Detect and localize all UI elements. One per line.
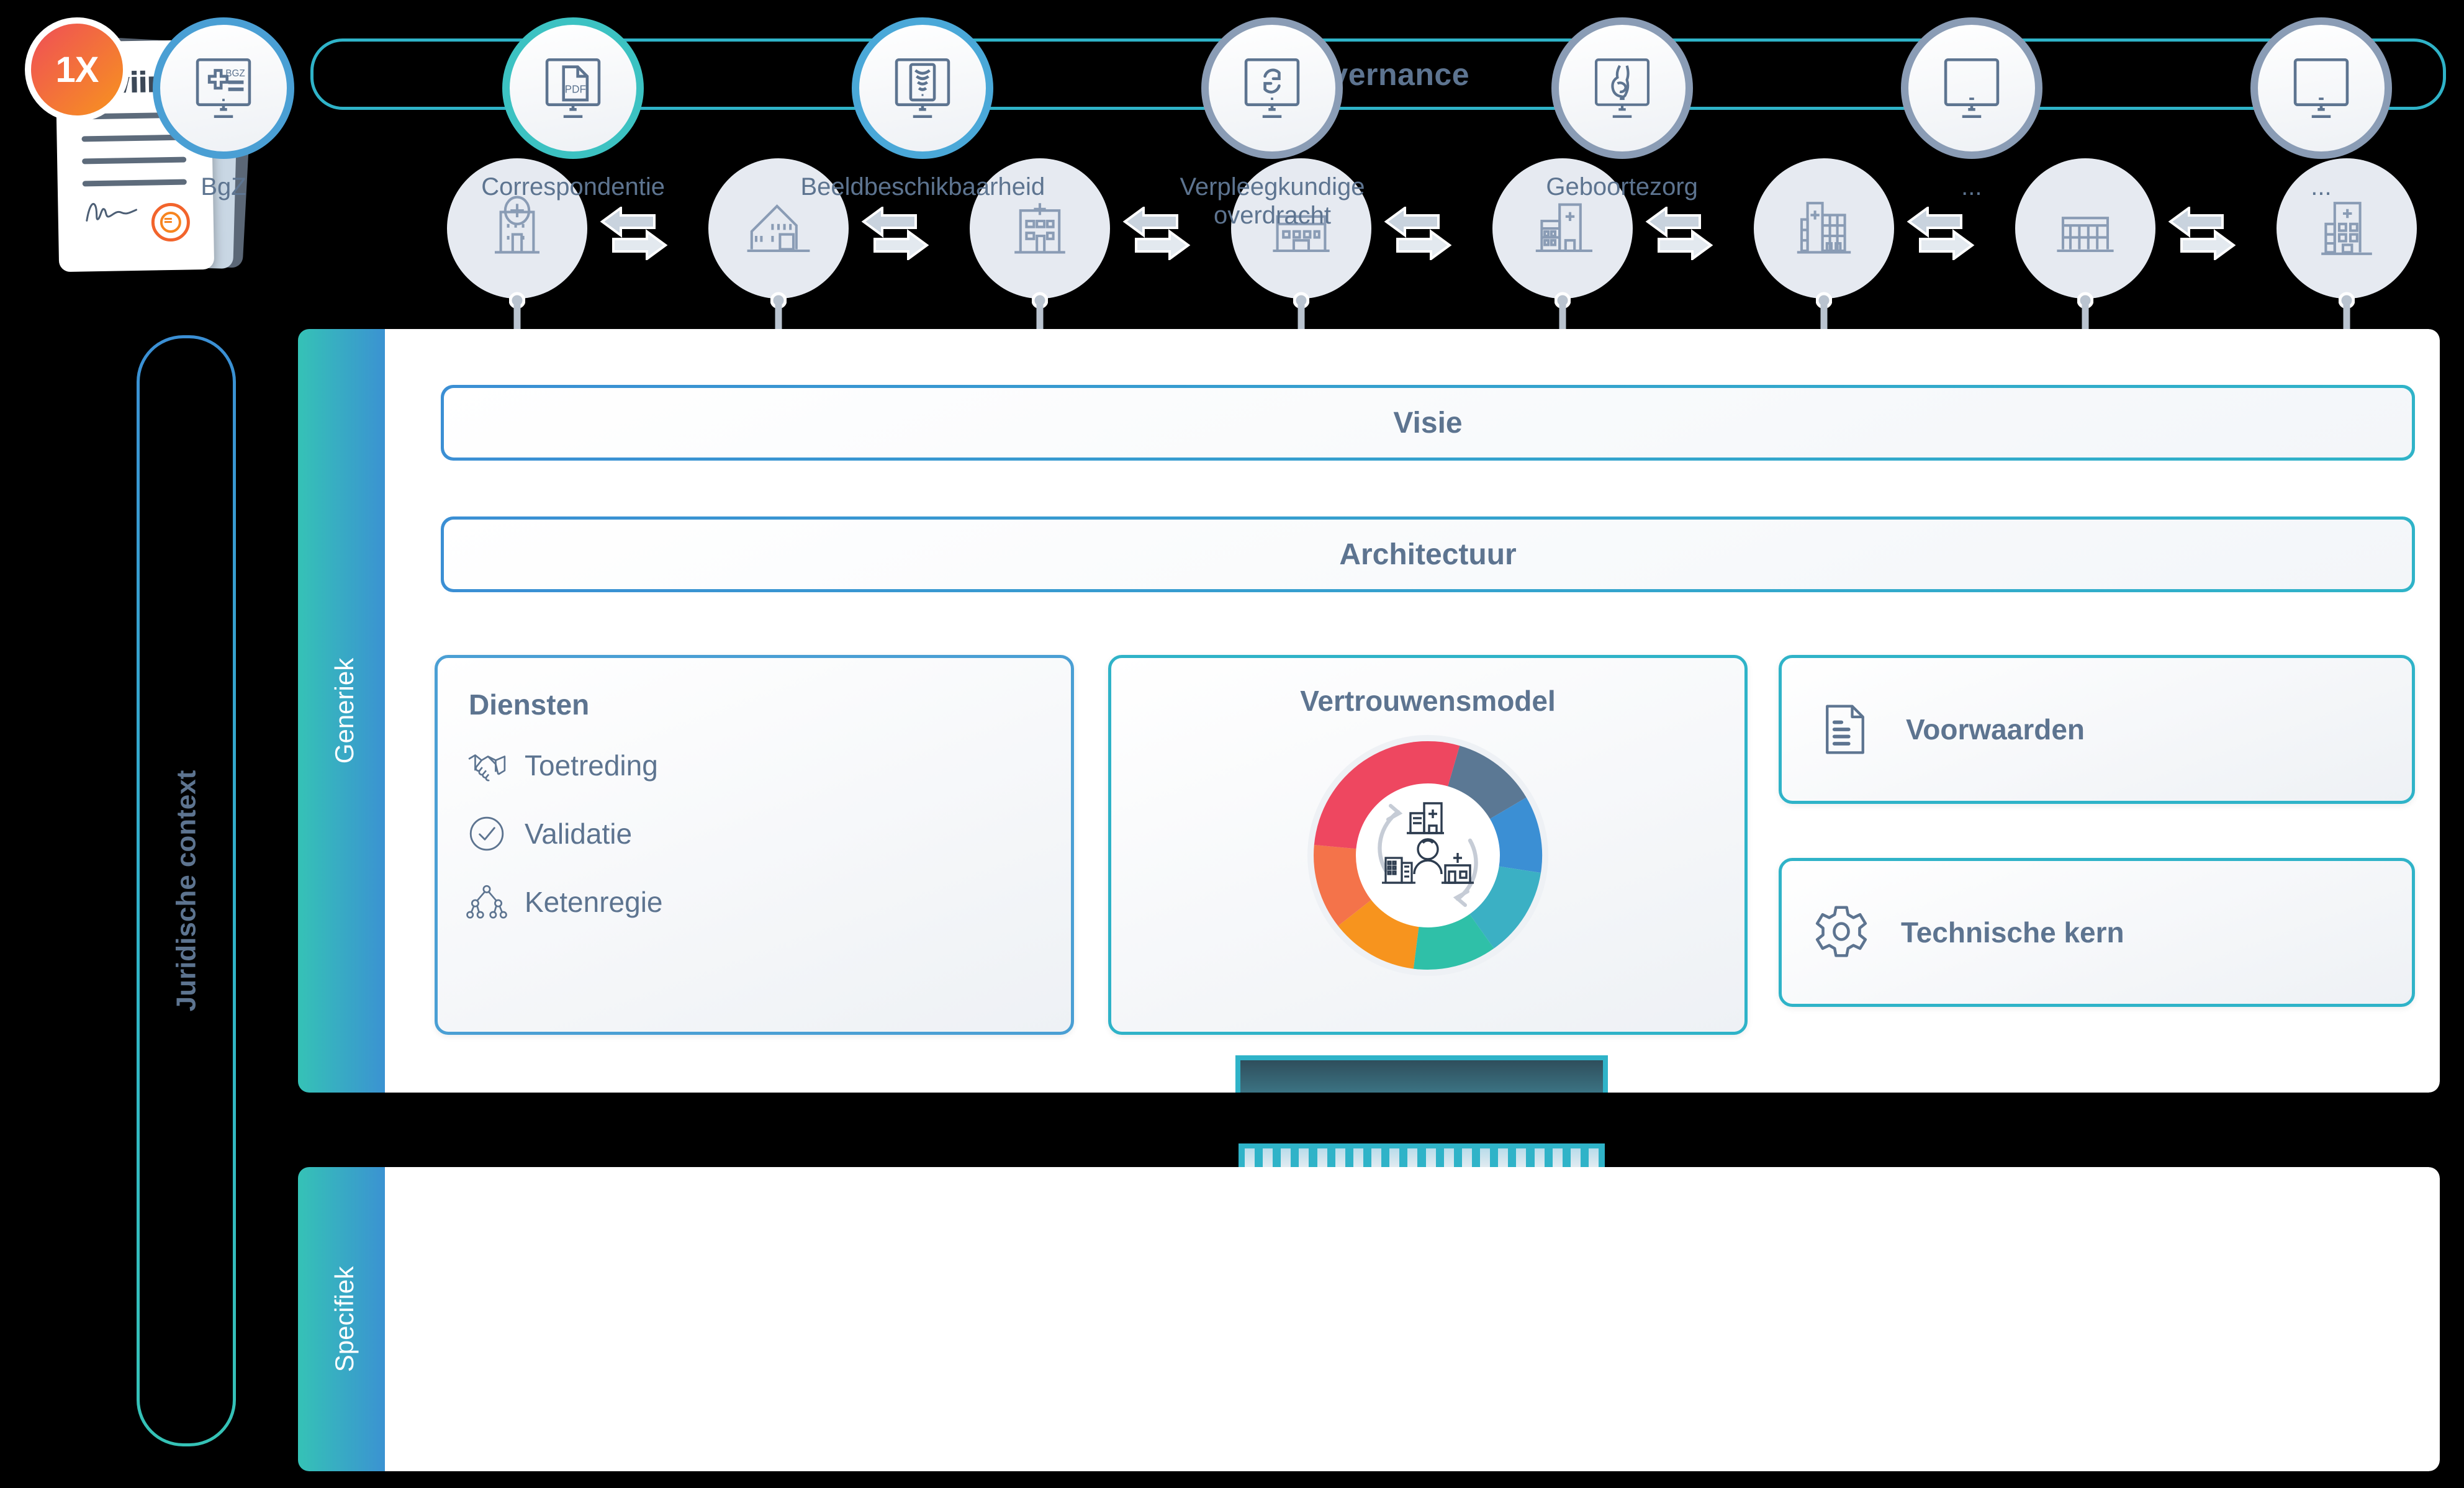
technische-kern-card[interactable]: Technische kern bbox=[1779, 858, 2415, 1007]
monitor-pregnancy-icon bbox=[1594, 58, 1649, 118]
diensten-title: Diensten bbox=[469, 688, 590, 721]
specifiek-panel: Specifiek bbox=[298, 1167, 2440, 1471]
check-circle-icon bbox=[469, 816, 504, 851]
specifiek-item-bgz[interactable]: BGZ BgZ bbox=[99, 17, 348, 230]
specifiek-item-ring bbox=[1900, 17, 2042, 159]
architectuur-bar[interactable]: Architectuur bbox=[441, 516, 2415, 592]
monitor-bgz-icon: BGZ bbox=[196, 58, 251, 119]
svg-text:BGZ: BGZ bbox=[225, 68, 245, 79]
specifiek-tab: Specifiek bbox=[298, 1167, 391, 1471]
monitor-xray-icon bbox=[895, 58, 950, 119]
specifiek-item-label: Beeldbeschikbaarheid bbox=[800, 173, 1045, 201]
diensten-item-validatie[interactable]: Validatie bbox=[466, 813, 1042, 854]
specifiek-item-beeldbeschikbaarheid[interactable]: Beeldbeschikbaarheid bbox=[798, 17, 1047, 230]
specifiek-item-label: Correspondentie bbox=[481, 173, 666, 201]
specifiek-item-label: Geboortezorg bbox=[1546, 173, 1698, 201]
trust-model-pie-chart bbox=[1307, 735, 1548, 976]
badge-1x-label: 1X bbox=[55, 49, 99, 90]
juridische-context-label: Juridische context bbox=[171, 770, 201, 1012]
visie-label: Visie bbox=[1393, 406, 1463, 440]
specifiek-item-ring: BGZ bbox=[153, 17, 294, 159]
diensten-item-label: Validatie bbox=[525, 818, 633, 850]
diensten-item-toetreding[interactable]: Toetreding bbox=[466, 745, 1042, 786]
specifiek-item-ring: PDF bbox=[502, 17, 644, 159]
technische-kern-label: Technische kern bbox=[1901, 916, 2124, 949]
specifiek-item-correspondentie[interactable]: PDF Correspondentie bbox=[449, 17, 697, 230]
specifiek-item-label: ... bbox=[2311, 173, 2332, 201]
specifiek-item-placeholder-1[interactable]: ... bbox=[1848, 17, 2096, 230]
specifiek-item-placeholder-2[interactable]: ... bbox=[2197, 17, 2445, 230]
voorwaarden-card[interactable]: Voorwaarden bbox=[1779, 655, 2415, 804]
specifiek-item-ring bbox=[852, 17, 994, 159]
specifiek-label: Specifiek bbox=[330, 1266, 359, 1373]
vertrouwensmodel-title: Vertrouwensmodel bbox=[1300, 685, 1556, 717]
vertrouwensmodel-donut bbox=[1304, 731, 1552, 980]
generiek-label: Generiek bbox=[330, 657, 359, 764]
specifiek-item-ring bbox=[1201, 17, 1343, 159]
juridische-context-pill: Juridische context bbox=[137, 335, 236, 1446]
diensten-item-ketenregie[interactable]: Ketenregie bbox=[466, 882, 1042, 922]
monitor-pdf-icon: PDF bbox=[545, 58, 601, 119]
document-lines-icon bbox=[1826, 705, 1864, 754]
specifiek-body bbox=[385, 1167, 2440, 1471]
specifiek-item-verpleegkundige-overdracht[interactable]: Verpleegkundige overdracht bbox=[1148, 17, 1396, 230]
specifiek-item-label: ... bbox=[1961, 173, 1982, 201]
network-nodes-icon bbox=[466, 885, 507, 919]
specifiek-item-label: BgZ bbox=[201, 173, 246, 201]
diensten-item-label: Toetreding bbox=[525, 749, 658, 782]
handshake-icon bbox=[468, 754, 506, 782]
layer-connector-plug bbox=[1235, 1055, 1608, 1093]
generiek-tab: Generiek bbox=[298, 329, 391, 1093]
specifiek-item-ring bbox=[2250, 17, 2392, 159]
specifiek-items: BGZ BgZ PDF Correspondentie Beeldbeschik… bbox=[99, 17, 2445, 230]
diensten-item-label: Ketenregie bbox=[525, 886, 663, 918]
architectuur-label: Architectuur bbox=[1339, 538, 1517, 571]
specifiek-item-geboortezorg[interactable]: Geboortezorg bbox=[1498, 17, 1746, 230]
specifiek-item-ring bbox=[1551, 17, 1693, 159]
monitor-blank-icon bbox=[2293, 58, 2349, 119]
visie-bar[interactable]: Visie bbox=[441, 385, 2415, 461]
voorwaarden-label: Voorwaarden bbox=[1906, 713, 2085, 746]
svg-text:PDF: PDF bbox=[565, 83, 586, 96]
specifiek-item-label: Verpleegkundige overdracht bbox=[1180, 173, 1365, 229]
monitor-blank-icon bbox=[1944, 58, 2000, 119]
gear-icon bbox=[1815, 906, 1867, 957]
diensten-card[interactable]: Diensten Toetreding Validatie Ketenregie bbox=[435, 655, 1074, 1035]
vertrouwensmodel-card[interactable]: Vertrouwensmodel bbox=[1108, 655, 1748, 1035]
monitor-transfer-icon bbox=[1245, 58, 1300, 119]
